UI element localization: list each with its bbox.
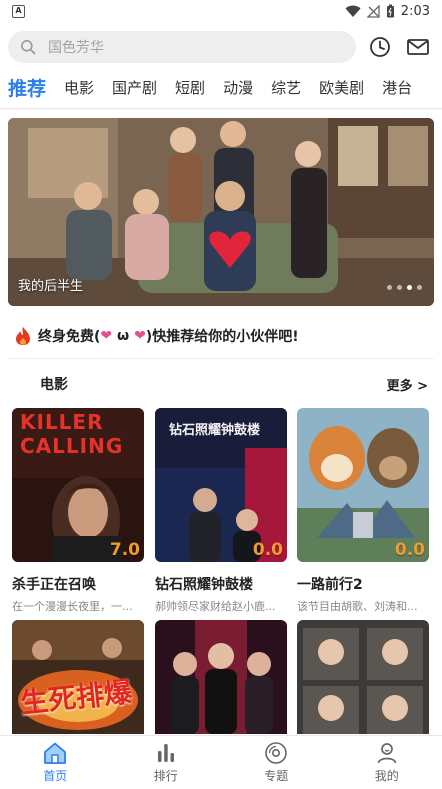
carousel-dot-active[interactable] bbox=[407, 285, 412, 290]
nav-profile-label: 我的 bbox=[374, 769, 399, 783]
carousel-dots bbox=[387, 285, 422, 290]
movie-poster bbox=[297, 620, 429, 734]
tab-western-drama[interactable]: 欧美剧 bbox=[319, 77, 364, 102]
topic-icon bbox=[265, 742, 288, 764]
message-button[interactable] bbox=[404, 33, 432, 61]
status-time: 2:03 bbox=[400, 3, 430, 19]
poster-image bbox=[297, 620, 429, 734]
nav-ranking-label: 排行 bbox=[153, 769, 178, 783]
nav-profile[interactable]: 我的 bbox=[332, 736, 442, 789]
history-button[interactable] bbox=[366, 33, 394, 61]
wifi-icon bbox=[345, 5, 361, 17]
movie-desc: 该节目由胡歌、刘涛和... bbox=[297, 600, 418, 613]
section-title-movie: 电影 bbox=[40, 377, 68, 393]
status-right: 2:03 bbox=[345, 4, 430, 19]
promo-text-before: 终身免费( bbox=[38, 329, 101, 345]
promo-banner[interactable]: 终身免费( ❤ ω ❤ )快推荐给你的小伙伴吧! bbox=[14, 326, 299, 346]
battery-icon bbox=[386, 4, 394, 18]
nav-home[interactable]: 首页 bbox=[0, 736, 111, 789]
carousel-dot[interactable] bbox=[397, 285, 402, 290]
nav-topic-label: 专题 bbox=[264, 769, 289, 783]
tabs-divider bbox=[0, 108, 442, 109]
movie-poster: 钻石照耀钟鼓楼 0.0 bbox=[155, 408, 287, 562]
tab-anime[interactable]: 动漫 bbox=[223, 77, 253, 102]
profile-icon bbox=[377, 743, 397, 764]
heart-icon: ❤ bbox=[100, 328, 113, 344]
category-tabs: 推荐 电影 国产剧 短剧 动漫 综艺 欧美剧 港台 bbox=[0, 72, 442, 106]
mail-icon bbox=[407, 39, 429, 55]
nav-ranking[interactable]: 排行 bbox=[111, 736, 222, 789]
search-icon bbox=[21, 40, 36, 55]
promo-text-after: )快推荐给你的小伙伴吧! bbox=[145, 329, 299, 345]
movie-card[interactable]: 生死排爆 bbox=[12, 620, 144, 734]
movie-card[interactable]: 0.0 一路前行2 该节目由胡歌、刘涛和... bbox=[297, 408, 429, 614]
clock-icon bbox=[370, 37, 390, 57]
movie-card[interactable] bbox=[155, 620, 287, 734]
tab-domestic-drama[interactable]: 国产剧 bbox=[112, 77, 157, 102]
poster-title: 钻石照耀钟鼓楼 bbox=[169, 423, 261, 438]
carousel-dot[interactable] bbox=[387, 285, 392, 290]
search-row: 国色芳华 bbox=[8, 30, 434, 64]
movie-title: 杀手正在召唤 bbox=[12, 577, 96, 593]
movie-poster: KILLER CALLING 7.0 bbox=[12, 408, 144, 562]
movie-card[interactable] bbox=[297, 620, 429, 734]
bottom-nav: 首页 排行 专题 我的 bbox=[0, 735, 442, 789]
movie-score: 0.0 bbox=[394, 540, 425, 560]
movie-poster: 0.0 bbox=[297, 408, 429, 562]
promo-divider bbox=[8, 358, 434, 359]
heart-icon: ❤ bbox=[134, 328, 146, 344]
no-signal-icon bbox=[366, 4, 380, 18]
carousel-dot[interactable] bbox=[417, 285, 422, 290]
movie-desc: 郝帅领尽家财给赵小鹿... bbox=[155, 600, 276, 613]
nav-home-label: 首页 bbox=[43, 769, 68, 783]
promo-text-mid: ω bbox=[112, 328, 135, 344]
poster-image bbox=[297, 408, 429, 562]
more-button[interactable]: 更多 > bbox=[387, 375, 428, 394]
movie-title: 钻石照耀钟鼓楼 bbox=[155, 577, 253, 593]
tab-short-drama[interactable]: 短剧 bbox=[175, 77, 205, 102]
app-notification-icon: A bbox=[12, 4, 25, 18]
movie-score: 7.0 bbox=[109, 540, 140, 560]
tab-recommend[interactable]: 推荐 bbox=[8, 74, 46, 105]
movie-poster: 生死排爆 bbox=[12, 620, 144, 734]
banner-carousel[interactable]: 我的后半生 bbox=[8, 118, 434, 306]
movie-desc: 在一个漫漫长夜里，一... bbox=[12, 600, 133, 613]
movie-poster bbox=[155, 620, 287, 734]
poster-title: KILLER CALLING bbox=[20, 410, 124, 458]
movie-title: 一路前行2 bbox=[297, 577, 363, 593]
fire-icon bbox=[16, 327, 30, 345]
tab-hk-tw[interactable]: 港台 bbox=[382, 77, 412, 102]
banner-title: 我的后半生 bbox=[18, 279, 84, 294]
ranking-icon bbox=[157, 744, 174, 762]
status-left: A bbox=[12, 4, 25, 18]
search-input[interactable]: 国色芳华 bbox=[8, 31, 356, 63]
poster-image bbox=[155, 620, 287, 734]
home-icon bbox=[44, 742, 67, 764]
tab-variety[interactable]: 综艺 bbox=[271, 77, 301, 102]
movie-card[interactable]: 钻石照耀钟鼓楼 0.0 钻石照耀钟鼓楼 郝帅领尽家财给赵小鹿... bbox=[155, 408, 287, 614]
movie-score: 0.0 bbox=[252, 540, 283, 560]
search-placeholder: 国色芳华 bbox=[48, 40, 104, 56]
status-bar: A 2:03 bbox=[0, 0, 442, 22]
tab-movie[interactable]: 电影 bbox=[64, 77, 94, 102]
nav-topic[interactable]: 专题 bbox=[221, 736, 332, 789]
movie-card[interactable]: KILLER CALLING 7.0 杀手正在召唤 在一个漫漫长夜里，一... bbox=[12, 408, 144, 614]
